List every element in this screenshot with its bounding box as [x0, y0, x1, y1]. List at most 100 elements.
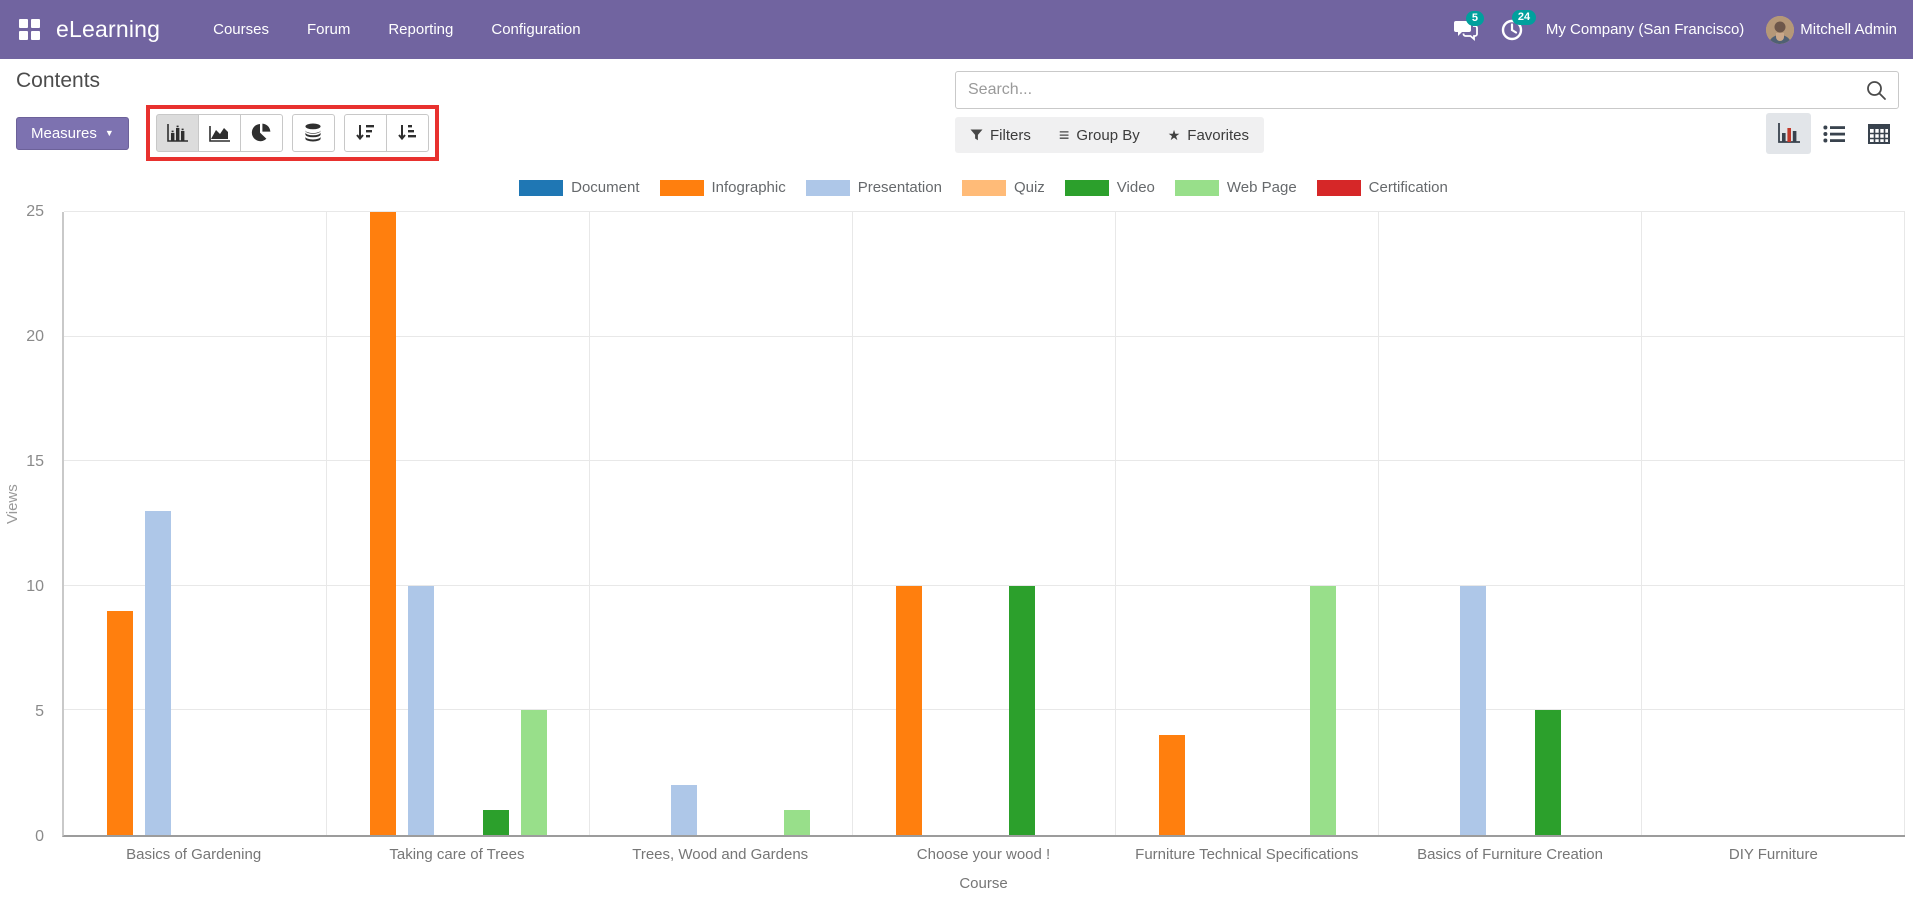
series-subslot — [64, 212, 102, 835]
legend-label: Quiz — [1013, 179, 1045, 196]
favorites-button[interactable]: ★ Favorites — [1168, 127, 1249, 144]
series-subslot — [1454, 212, 1492, 835]
series-subslot — [515, 212, 553, 835]
category-slot — [327, 212, 590, 835]
sort-desc-icon — [356, 125, 375, 141]
stacked-button[interactable] — [291, 114, 335, 152]
legend-item[interactable]: Web Page — [1174, 179, 1297, 196]
category-slot — [1379, 212, 1642, 835]
series-subslot — [1604, 212, 1642, 835]
list-view-icon — [1822, 125, 1845, 142]
legend-item[interactable]: Infographic — [659, 179, 786, 196]
red-highlight-box — [145, 105, 439, 161]
y-tick-label: 10 — [26, 578, 44, 595]
series-subslot — [1567, 212, 1605, 835]
bar-chart-button[interactable] — [155, 114, 199, 152]
series-subslot — [252, 212, 290, 835]
series-subslot — [703, 212, 741, 835]
series-subslot — [1830, 212, 1868, 835]
series-subslot — [590, 212, 628, 835]
series-subslot — [740, 212, 778, 835]
series-subslot — [477, 212, 515, 835]
search-icon[interactable] — [1865, 79, 1887, 101]
menu-reporting[interactable]: Reporting — [369, 0, 472, 59]
series-subslot — [1492, 212, 1530, 835]
series-subslot — [1229, 212, 1267, 835]
user-menu[interactable]: Mitchell Admin — [1766, 15, 1897, 44]
category-label: Trees, Wood and Gardens — [632, 846, 809, 863]
legend-item[interactable]: Quiz — [961, 179, 1045, 196]
category-slot — [64, 212, 327, 835]
menu-courses[interactable]: Courses — [194, 0, 288, 59]
series-subslot — [1003, 212, 1041, 835]
category-slot — [590, 212, 853, 835]
category-label: Basics of Furniture Creation — [1417, 846, 1603, 863]
series-subslot — [891, 212, 929, 835]
series-subslot — [289, 212, 327, 835]
sort-desc-button[interactable] — [343, 114, 387, 152]
series-subslot — [139, 212, 177, 835]
series-subslot — [1717, 212, 1755, 835]
bar-video — [1535, 710, 1562, 835]
y-tick-label: 20 — [26, 328, 44, 345]
category-slot — [853, 212, 1116, 835]
series-subslot — [214, 212, 252, 835]
graph-view-button[interactable] — [1766, 113, 1811, 154]
series-subslot — [1379, 212, 1417, 835]
legend-item[interactable]: Presentation — [805, 179, 942, 196]
x-axis-title: Course — [959, 875, 1008, 892]
series-subslot — [1529, 212, 1567, 835]
filter-funnel-icon — [970, 129, 983, 141]
series-subslot — [552, 212, 590, 835]
series-subslot — [815, 212, 853, 835]
page-title: Contents — [16, 69, 101, 92]
legend-label: Presentation — [857, 179, 942, 196]
apps-menu-icon[interactable] — [16, 17, 42, 43]
pivot-view-button[interactable] — [1856, 113, 1901, 154]
bar-video — [483, 810, 510, 835]
filters-bar: Filters ≡ Group By ★ Favorites — [955, 117, 1264, 153]
measures-button[interactable]: Measures ▼ — [16, 116, 129, 150]
stacked-database-icon — [305, 123, 321, 142]
company-switcher[interactable]: My Company (San Francisco) — [1546, 21, 1744, 38]
legend-item[interactable]: Document — [519, 179, 640, 196]
legend-label: Video — [1116, 179, 1155, 196]
chart-legend: Document Infographic Presentation Quiz Video… — [62, 179, 1905, 196]
sort-group — [343, 114, 429, 152]
activities-button[interactable]: 24 — [1500, 9, 1537, 42]
legend-item[interactable]: Certification — [1316, 179, 1448, 196]
app-brand[interactable]: eLearning — [56, 16, 160, 43]
bar-chart: Document Infographic Presentation Quiz Video… — [0, 161, 1913, 899]
series-subslot — [1078, 212, 1116, 835]
group-by-icon: ≡ — [1058, 125, 1070, 145]
legend-item[interactable]: Video — [1064, 179, 1155, 196]
pie-chart-button[interactable] — [239, 114, 283, 152]
bar-presentation — [670, 785, 697, 835]
group-by-button[interactable]: ≡ Group By — [1059, 126, 1140, 144]
series-subslot — [778, 212, 816, 835]
menu-configuration[interactable]: Configuration — [472, 0, 599, 59]
search-box — [955, 71, 1899, 109]
legend-swatch — [1316, 179, 1361, 196]
list-view-button[interactable] — [1811, 113, 1856, 154]
messages-button[interactable]: 5 — [1453, 10, 1485, 41]
series-subslot — [1867, 212, 1905, 835]
bar-presentation — [407, 585, 434, 835]
sort-asc-button[interactable] — [385, 114, 429, 152]
control-panel: Contents Measures ▼ Search... Filters ≡ … — [0, 59, 1913, 161]
y-tick-label: 5 — [35, 703, 44, 720]
bar-presentation — [1459, 585, 1486, 835]
series-subslot — [1041, 212, 1079, 835]
legend-swatch — [961, 179, 1006, 196]
search-input[interactable] — [955, 71, 1899, 109]
series-subslot — [1304, 212, 1342, 835]
series-subslot — [628, 212, 666, 835]
category-slot — [1642, 212, 1905, 835]
category-label: Basics of Gardening — [126, 846, 262, 863]
legend-swatch — [1174, 179, 1219, 196]
area-chart-button[interactable] — [197, 114, 241, 152]
series-subslot — [928, 212, 966, 835]
filters-button[interactable]: Filters — [970, 127, 1031, 144]
menu-forum[interactable]: Forum — [288, 0, 369, 59]
series-subslot — [327, 212, 365, 835]
